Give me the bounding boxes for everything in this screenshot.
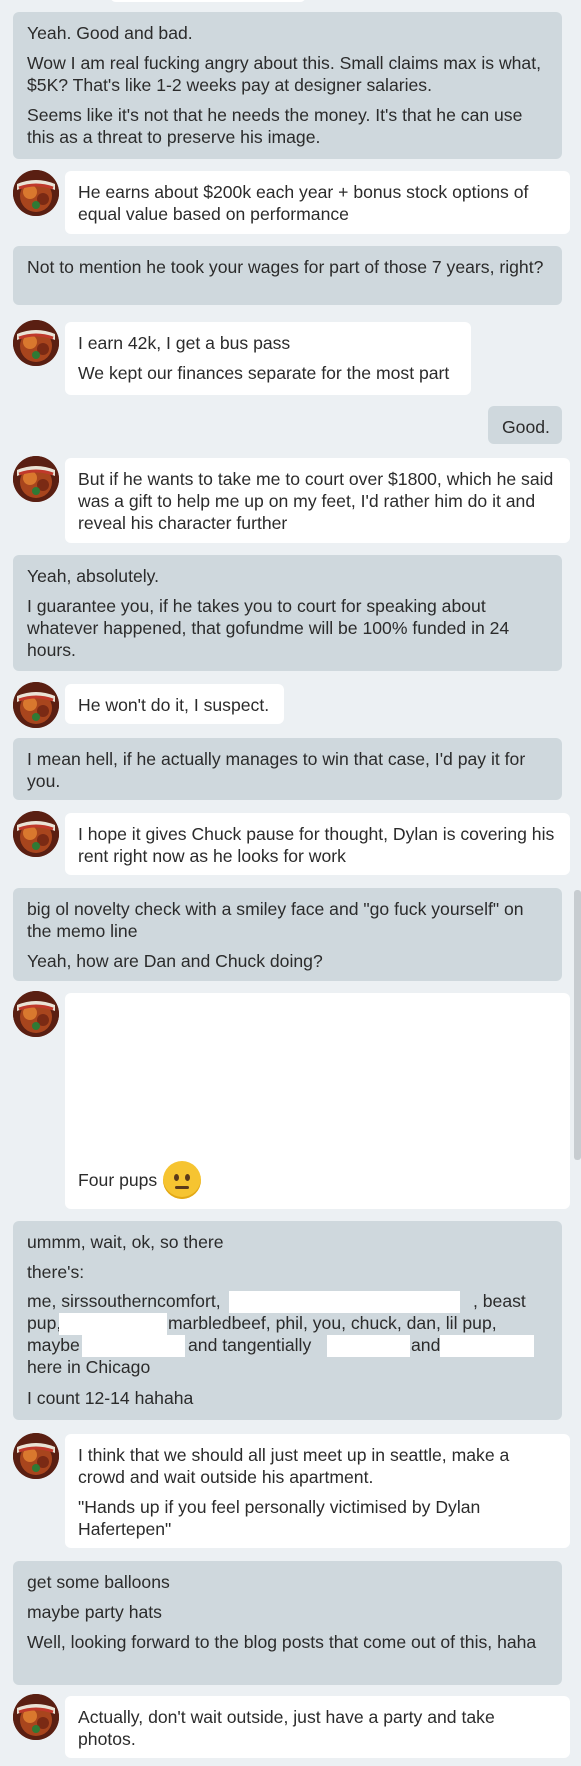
message-line: I guarantee you, if he takes you to cour… bbox=[27, 596, 510, 660]
redacted-list: me, sirssoutherncomfort, , beast pup, ma… bbox=[27, 1291, 548, 1379]
message-line: I earn 42k, I get a bus pass bbox=[78, 333, 291, 353]
message-line: get some balloons bbox=[27, 1572, 170, 1592]
outgoing-message[interactable]: Yeah, absolutely. I guarantee you, if he… bbox=[13, 555, 562, 671]
message-line: Good. bbox=[502, 417, 550, 437]
message-line: Yeah. Good and bad. bbox=[27, 23, 193, 43]
message-line: there's: bbox=[27, 1262, 85, 1282]
message-line: Yeah, how are Dan and Chuck doing? bbox=[27, 951, 323, 971]
message-line: "Hands up if you feel personally victimi… bbox=[78, 1497, 481, 1539]
message-line: maybe party hats bbox=[27, 1602, 162, 1622]
list-text: here in Chicago bbox=[27, 1357, 151, 1377]
outgoing-message[interactable]: Good. bbox=[488, 406, 562, 444]
list-text: marbledbeef, phil, you, chuck, dan, lil … bbox=[168, 1313, 497, 1333]
avatar-icon[interactable] bbox=[13, 811, 59, 857]
avatar-icon[interactable] bbox=[13, 682, 59, 728]
incoming-message[interactable]: I hope it gives Chuck pause for thought,… bbox=[65, 813, 570, 875]
incoming-message[interactable]: Actually, don't wait outside, just have … bbox=[65, 1696, 570, 1758]
incoming-message[interactable]: I earn 42k, I get a bus pass We kept our… bbox=[65, 322, 471, 395]
list-text: and bbox=[411, 1335, 441, 1355]
avatar-icon[interactable] bbox=[13, 320, 59, 366]
list-text: maybe bbox=[27, 1335, 80, 1355]
message-line: He won't do it, I suspect. bbox=[78, 695, 270, 715]
redacted-block bbox=[82, 1335, 185, 1357]
message-line: I mean hell, if he actually manages to w… bbox=[27, 749, 526, 791]
redacted-block bbox=[440, 1335, 534, 1357]
outgoing-message[interactable]: get some balloons maybe party hats Well,… bbox=[13, 1561, 562, 1685]
redacted-block bbox=[327, 1335, 410, 1357]
redacted-block bbox=[229, 1291, 460, 1313]
list-text: pup, bbox=[27, 1313, 62, 1333]
avatar-icon[interactable] bbox=[13, 170, 59, 216]
message-line: We kept our finances separate for the mo… bbox=[78, 363, 450, 383]
neutral-face-icon bbox=[163, 1161, 202, 1199]
message-line: But if he wants to take me to court over… bbox=[78, 469, 554, 533]
message-line: Four pups bbox=[78, 1170, 158, 1190]
chat-thread: Yeah. Good and bad. Wow I am real fuckin… bbox=[0, 0, 581, 1766]
list-text: , beast bbox=[473, 1291, 526, 1311]
message-line: Seems like it's not that he needs the mo… bbox=[27, 105, 523, 147]
avatar-icon[interactable] bbox=[13, 991, 59, 1037]
incoming-message[interactable]: He earns about $200k each year + bonus s… bbox=[65, 171, 570, 234]
message-line: Well, looking forward to the blog posts … bbox=[27, 1632, 537, 1652]
message-line: I think that we should all just meet up … bbox=[78, 1445, 510, 1487]
avatar-icon[interactable] bbox=[13, 456, 59, 502]
incoming-message[interactable]: He won't do it, I suspect. bbox=[65, 684, 284, 724]
message-line: Yeah, absolutely. bbox=[27, 566, 160, 586]
incoming-message[interactable]: Four pups bbox=[65, 993, 570, 1209]
message-line: I hope it gives Chuck pause for thought,… bbox=[78, 824, 555, 866]
message-line: ummm, wait, ok, so there bbox=[27, 1232, 224, 1252]
incoming-message[interactable]: But if he wants to take me to court over… bbox=[65, 458, 570, 543]
redacted-block bbox=[59, 1313, 167, 1335]
outgoing-message[interactable]: ummm, wait, ok, so there there's: me, si… bbox=[13, 1221, 562, 1420]
outgoing-message[interactable]: Yeah. Good and bad. Wow I am real fuckin… bbox=[13, 12, 562, 159]
outgoing-message[interactable]: I mean hell, if he actually manages to w… bbox=[13, 738, 562, 800]
incoming-message[interactable]: I think that we should all just meet up … bbox=[65, 1434, 570, 1548]
outgoing-message[interactable]: Not to mention he took your wages for pa… bbox=[13, 246, 562, 305]
avatar-icon[interactable] bbox=[13, 1694, 59, 1740]
outgoing-message[interactable]: big ol novelty check with a smiley face … bbox=[13, 888, 562, 981]
previous-message-edge bbox=[110, 0, 306, 2]
avatar-icon[interactable] bbox=[13, 1433, 59, 1479]
message-line: He earns about $200k each year + bonus s… bbox=[78, 182, 529, 224]
message-line-with-emoji: Four pups bbox=[78, 1161, 202, 1199]
list-text: me, sirssoutherncomfort, bbox=[27, 1291, 221, 1311]
message-line: Not to mention he took your wages for pa… bbox=[27, 257, 544, 277]
message-line: big ol novelty check with a smiley face … bbox=[27, 899, 524, 941]
message-line: I count 12-14 hahaha bbox=[27, 1388, 194, 1408]
scrollbar-thumb[interactable] bbox=[574, 890, 581, 1160]
list-text: and tangentially bbox=[188, 1335, 312, 1355]
message-line: Wow I am real fucking angry about this. … bbox=[27, 53, 541, 95]
message-line: Actually, don't wait outside, just have … bbox=[78, 1707, 495, 1749]
